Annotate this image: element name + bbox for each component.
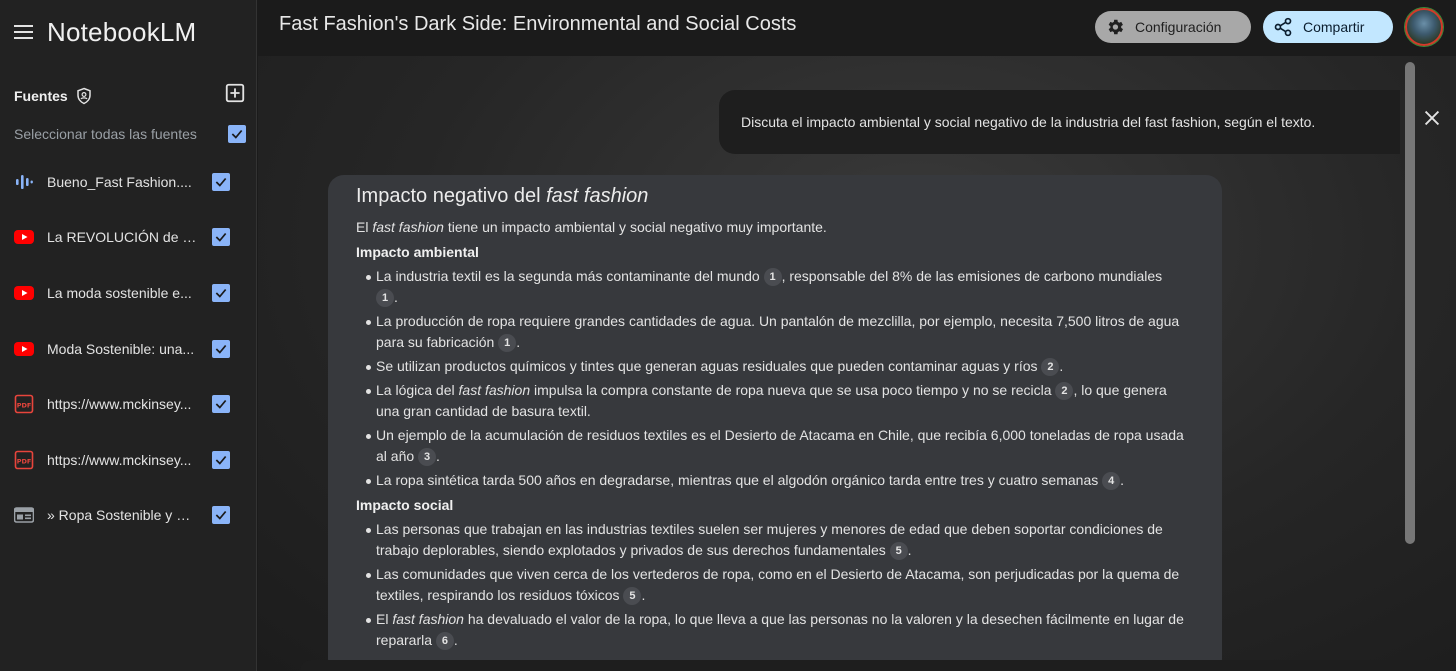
list-item: Las comunidades que viven cerca de los v… bbox=[366, 564, 1194, 606]
settings-label: Configuración bbox=[1135, 19, 1222, 35]
pdf-icon: PDF bbox=[14, 450, 34, 470]
source-label: Bueno_Fast Fashion.... bbox=[47, 173, 192, 190]
menu-icon[interactable] bbox=[14, 25, 34, 39]
youtube-icon bbox=[14, 283, 34, 303]
source-label: https://www.mckinsey... bbox=[47, 396, 192, 413]
list-item: Se utilizan productos químicos y tintes … bbox=[366, 356, 1194, 377]
source-list: Bueno_Fast Fashion.... La REVOLUCIÓN de … bbox=[14, 154, 246, 543]
citation-badge[interactable]: 5 bbox=[889, 542, 908, 560]
citation-badge[interactable]: 1 bbox=[376, 289, 394, 307]
share-icon bbox=[1274, 17, 1292, 37]
source-checkbox[interactable] bbox=[212, 506, 230, 525]
audio-icon bbox=[14, 172, 34, 192]
source-checkbox[interactable] bbox=[212, 395, 230, 414]
source-checkbox[interactable] bbox=[212, 450, 230, 469]
source-item[interactable]: Bueno_Fast Fashion.... bbox=[14, 154, 246, 210]
answer-intro: El fast fashion tiene un impacto ambient… bbox=[356, 219, 827, 235]
notebook-title[interactable]: Fast Fashion's Dark Side: Environmental … bbox=[279, 13, 796, 36]
close-icon[interactable] bbox=[1421, 107, 1443, 129]
list-item: La lógica del fast fashion impulsa la co… bbox=[366, 380, 1194, 422]
user-message-text: Discuta el impacto ambiental y social ne… bbox=[741, 114, 1316, 130]
list-item: La producción de ropa requiere grandes c… bbox=[366, 311, 1194, 353]
citation-badge[interactable]: 1 bbox=[763, 268, 782, 286]
sources-title: Fuentes bbox=[14, 88, 68, 104]
list-item: La ropa sintética tarda 500 años en degr… bbox=[366, 470, 1194, 491]
youtube-icon bbox=[14, 339, 34, 359]
pdf-icon: PDF bbox=[14, 394, 34, 414]
citation-badge[interactable]: 6 bbox=[435, 632, 454, 650]
sources-header: Fuentes bbox=[14, 82, 246, 108]
select-all-row[interactable]: Seleccionar todas las fuentes bbox=[14, 122, 246, 146]
answer-title: Impacto negativo del fast fashion bbox=[356, 185, 649, 207]
source-checkbox[interactable] bbox=[212, 228, 230, 247]
source-checkbox[interactable] bbox=[212, 172, 230, 191]
share-button[interactable]: Compartir bbox=[1263, 11, 1393, 43]
source-label: La REVOLUCIÓN de l... bbox=[47, 229, 197, 246]
select-all-checkbox[interactable] bbox=[228, 125, 246, 143]
source-item[interactable]: La REVOLUCIÓN de l... bbox=[14, 210, 246, 266]
sidebar: NotebookLM Fuentes Seleccionar todas las… bbox=[0, 0, 257, 671]
answer-card: Impacto negativo del fast fashion El fas… bbox=[328, 175, 1222, 671]
gear-icon bbox=[1108, 19, 1123, 35]
list-item: Un ejemplo de la acumulación de residuos… bbox=[366, 425, 1194, 467]
svg-text:PDF: PDF bbox=[17, 457, 32, 465]
list-item: Las personas que trabajan en las industr… bbox=[366, 519, 1194, 561]
source-item[interactable]: PDF https://www.mckinsey... bbox=[14, 376, 246, 432]
citation-badge[interactable]: 3 bbox=[418, 448, 437, 466]
citation-badge[interactable]: 1 bbox=[498, 334, 517, 352]
chat-input-bar[interactable] bbox=[300, 660, 1456, 671]
source-label: https://www.mckinsey... bbox=[47, 451, 192, 468]
environmental-list: La industria textil es la segunda más co… bbox=[366, 266, 1194, 491]
list-item: El fast fashion ha devaluado el valor de… bbox=[366, 609, 1194, 651]
source-item[interactable]: Moda Sostenible: una... bbox=[14, 321, 246, 377]
source-label: La moda sostenible e... bbox=[47, 284, 192, 301]
citation-badge[interactable]: 4 bbox=[1102, 472, 1121, 490]
user-message: Discuta el impacto ambiental y social ne… bbox=[719, 90, 1400, 154]
social-list: Las personas que trabajan en las industr… bbox=[366, 519, 1194, 651]
citation-badge[interactable]: 5 bbox=[623, 587, 642, 605]
section-heading-environmental: Impacto ambiental bbox=[356, 244, 479, 260]
source-label: Moda Sostenible: una... bbox=[47, 340, 195, 357]
source-item[interactable]: » Ropa Sostenible y E... bbox=[14, 488, 246, 544]
section-heading-social: Impacto social bbox=[356, 497, 454, 513]
youtube-icon bbox=[14, 227, 34, 247]
svg-text:PDF: PDF bbox=[17, 402, 32, 410]
app-header: NotebookLM bbox=[14, 12, 196, 52]
scrollbar[interactable] bbox=[1405, 62, 1415, 544]
source-item[interactable]: PDF https://www.mckinsey... bbox=[14, 432, 246, 488]
list-item: La industria textil es la segunda más co… bbox=[366, 266, 1194, 308]
source-label: » Ropa Sostenible y E... bbox=[47, 507, 197, 524]
app-name: NotebookLM bbox=[47, 16, 197, 47]
source-checkbox[interactable] bbox=[212, 283, 230, 302]
web-icon bbox=[14, 505, 34, 525]
source-checkbox[interactable] bbox=[212, 339, 230, 358]
share-label: Compartir bbox=[1303, 19, 1365, 35]
avatar[interactable] bbox=[1405, 8, 1443, 46]
add-source-icon[interactable] bbox=[224, 82, 246, 104]
citation-badge[interactable]: 2 bbox=[1041, 358, 1060, 376]
source-item[interactable]: La moda sostenible e... bbox=[14, 265, 246, 321]
citation-badge[interactable]: 2 bbox=[1055, 382, 1074, 400]
shield-icon[interactable] bbox=[75, 87, 93, 105]
settings-button[interactable]: Configuración bbox=[1095, 11, 1251, 43]
select-all-label: Seleccionar todas las fuentes bbox=[14, 126, 197, 142]
